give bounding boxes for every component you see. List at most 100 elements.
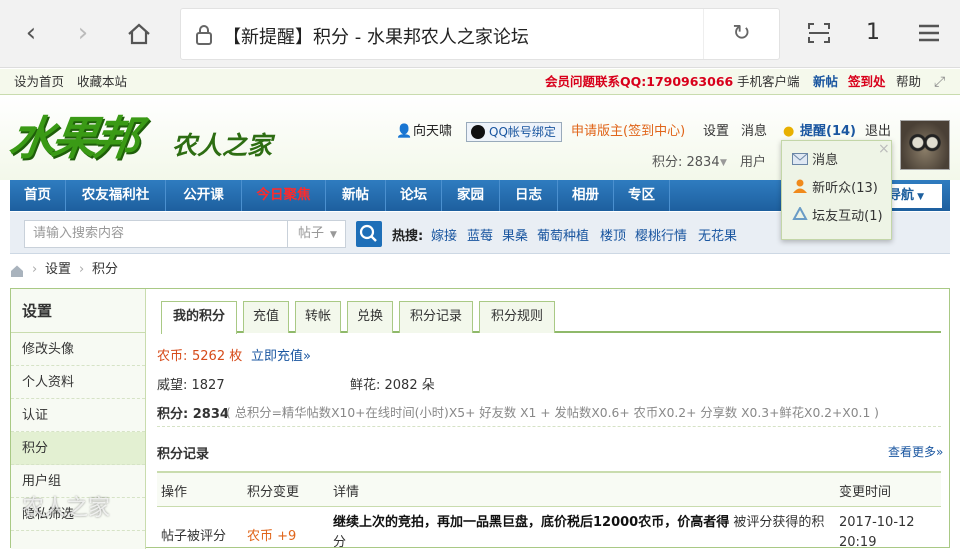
record-detail: 继续上次的竞拍，再加一品黑巨盘，底价税后12000农币，价高者得 被评分获得的积… bbox=[333, 513, 829, 549]
apply-moderator-link[interactable]: 申请版主(签到中心) bbox=[571, 123, 685, 141]
record-detail-link[interactable]: 继续上次的竞拍，再加一品黑巨盘，底价税后12000农币，价高者得 bbox=[333, 515, 729, 530]
breadcrumb-separator: › bbox=[79, 262, 85, 277]
tab-transfer[interactable]: 转帐 bbox=[295, 301, 341, 333]
table-row: 帖子被评分 农币 +9 继续上次的竞拍，再加一品黑巨盘，底价税后12000农币，… bbox=[157, 511, 941, 551]
home-icon[interactable] bbox=[124, 18, 154, 48]
page-title: 【新提醒】积分 - 水果邦农人之家论坛 bbox=[223, 27, 529, 48]
record-time: 2017-10-12 20:19 bbox=[839, 515, 915, 549]
help-link[interactable]: 帮助 bbox=[896, 69, 921, 95]
sidebar-item-verify[interactable]: 认证 bbox=[11, 399, 145, 432]
username-link[interactable]: 向天啸 bbox=[413, 123, 452, 141]
mail-icon bbox=[792, 153, 808, 165]
avatar[interactable] bbox=[900, 120, 950, 170]
tab-recharge[interactable]: 充值 bbox=[243, 301, 289, 333]
breadcrumb-settings[interactable]: 设置 bbox=[45, 258, 71, 282]
person-icon bbox=[793, 179, 807, 193]
hot-search-link[interactable]: 蓝莓 bbox=[467, 225, 493, 244]
hot-search-label: 热搜: bbox=[392, 229, 424, 244]
logout-link[interactable]: 退出 bbox=[865, 123, 891, 141]
recycle-icon bbox=[792, 205, 808, 220]
more-records-link[interactable]: 查看更多» bbox=[888, 443, 943, 460]
browser-toolbar: ‹ › 【新提醒】积分 - 水果邦农人之家论坛 ↻ 1 bbox=[0, 0, 960, 68]
dropdown-label: 新听众(13) bbox=[812, 181, 878, 196]
search-type-value: 帖子 bbox=[298, 226, 325, 241]
mobile-client-link[interactable]: 手机客户端 bbox=[737, 69, 800, 95]
record-op: 帖子被评分 bbox=[161, 529, 227, 544]
divider bbox=[157, 426, 941, 427]
tab-count[interactable]: 1 bbox=[858, 18, 888, 48]
dropdown-item-followers[interactable]: 新听众(13) bbox=[792, 177, 878, 196]
nav-item-courses[interactable]: 公开课 bbox=[166, 180, 242, 211]
sidebar-item-avatar[interactable]: 修改头像 bbox=[11, 333, 145, 366]
dropdown-label: 坛友互动(1) bbox=[812, 209, 883, 224]
prestige-value: 威望: 1827 bbox=[157, 378, 225, 393]
reload-icon[interactable]: ↻ bbox=[703, 9, 779, 59]
qq-bind-label: QQ帐号绑定 bbox=[489, 125, 556, 139]
tab-credit-rules[interactable]: 积分规则 bbox=[479, 301, 555, 333]
hot-search-link[interactable]: 葡萄种植 bbox=[537, 225, 589, 244]
dropdown-item-interaction[interactable]: 坛友互动(1) bbox=[792, 205, 883, 224]
recharge-link[interactable]: 立即充值» bbox=[251, 345, 311, 364]
menu-icon[interactable] bbox=[914, 18, 944, 48]
hot-search-link[interactable]: 果桑 bbox=[502, 225, 528, 244]
tab-exchange[interactable]: 兑换 bbox=[347, 301, 393, 333]
column-header: 积分变更 bbox=[247, 485, 300, 500]
record-change: 农币 +9 bbox=[247, 525, 296, 544]
search-button[interactable] bbox=[356, 221, 382, 247]
record-change-value: 农币 +9 bbox=[247, 529, 297, 544]
messages-link[interactable]: 消息 bbox=[741, 123, 767, 141]
dropdown-label: 消息 bbox=[812, 153, 839, 168]
fullscreen-icon[interactable]: ⤢ bbox=[934, 69, 945, 95]
nav-item-welfare[interactable]: 农友福利社 bbox=[66, 180, 166, 211]
set-home-link[interactable]: 设为首页 bbox=[14, 69, 64, 95]
user-group-link[interactable]: 用户 bbox=[740, 154, 766, 172]
new-post-link[interactable]: 新帖 bbox=[813, 69, 838, 95]
qq-icon bbox=[471, 125, 485, 139]
records-title: 积分记录 bbox=[157, 447, 210, 462]
address-bar[interactable]: 【新提醒】积分 - 水果邦农人之家论坛 ↻ bbox=[180, 8, 780, 60]
column-header: 操作 bbox=[161, 485, 188, 500]
scan-icon[interactable] bbox=[804, 18, 834, 48]
nav-item-blog[interactable]: 日志 bbox=[500, 180, 558, 211]
nav-item-forum[interactable]: 论坛 bbox=[386, 180, 442, 211]
column-header: 变更时间 bbox=[839, 485, 892, 500]
forward-icon[interactable]: › bbox=[68, 18, 98, 48]
alerts-link[interactable]: 提醒(14) bbox=[800, 123, 856, 141]
records-table-header: 操作 积分变更 详情 变更时间 bbox=[157, 471, 941, 507]
hot-search-link[interactable]: 无花果 bbox=[698, 225, 737, 244]
bookmark-link[interactable]: 收藏本站 bbox=[77, 69, 127, 95]
coin-label: 农币: bbox=[157, 349, 188, 364]
nav-item-album[interactable]: 相册 bbox=[558, 180, 614, 211]
sidebar-title: 设置 bbox=[11, 289, 145, 333]
back-icon[interactable]: ‹ bbox=[16, 18, 46, 48]
settings-link[interactable]: 设置 bbox=[703, 123, 729, 141]
search-input[interactable]: 请输入搜索内容 bbox=[24, 220, 288, 248]
nav-item-new[interactable]: 新帖 bbox=[326, 180, 386, 211]
dropdown-item-messages[interactable]: 消息 bbox=[792, 149, 838, 168]
watermark: 农人之家 bbox=[22, 496, 111, 521]
search-icon bbox=[359, 224, 377, 242]
nav-item-home-space[interactable]: 家园 bbox=[442, 180, 500, 211]
bulb-icon: ● bbox=[783, 124, 795, 139]
qq-bind-button[interactable]: QQ帐号绑定 bbox=[466, 122, 562, 142]
nav-item-zone[interactable]: 专区 bbox=[614, 180, 670, 211]
nav-item-home[interactable]: 首页 bbox=[10, 180, 66, 211]
sidebar-item-credits[interactable]: 积分 bbox=[11, 432, 145, 465]
hot-search-link[interactable]: 楼顶 bbox=[600, 225, 626, 244]
home-icon[interactable] bbox=[10, 263, 24, 277]
tab-my-credits[interactable]: 我的积分 bbox=[161, 301, 237, 334]
lock-icon bbox=[195, 24, 213, 46]
hot-search-link[interactable]: 嫁接 bbox=[431, 225, 457, 244]
points-summary[interactable]: 积分: 2834 bbox=[652, 154, 720, 172]
sidebar-item-profile[interactable]: 个人资料 bbox=[11, 366, 145, 399]
credit-formula: ( 总积分=精华帖数X10+在线时间(小时)X5+ 好友数 X1 + 发帖数X0… bbox=[226, 406, 879, 420]
tab-credit-log[interactable]: 积分记录 bbox=[399, 301, 473, 333]
nav-item-focus[interactable]: 今日聚焦 bbox=[242, 180, 326, 211]
search-type-select[interactable]: 帖子 ▼ bbox=[288, 220, 346, 248]
checkin-link[interactable]: 签到处 bbox=[848, 69, 886, 95]
breadcrumb-separator: › bbox=[32, 262, 38, 277]
hot-search-link[interactable]: 樱桃行情 bbox=[635, 225, 687, 244]
column-header: 详情 bbox=[333, 485, 360, 500]
close-icon[interactable]: × bbox=[878, 141, 890, 157]
logo[interactable]: 水果邦 bbox=[5, 102, 140, 168]
